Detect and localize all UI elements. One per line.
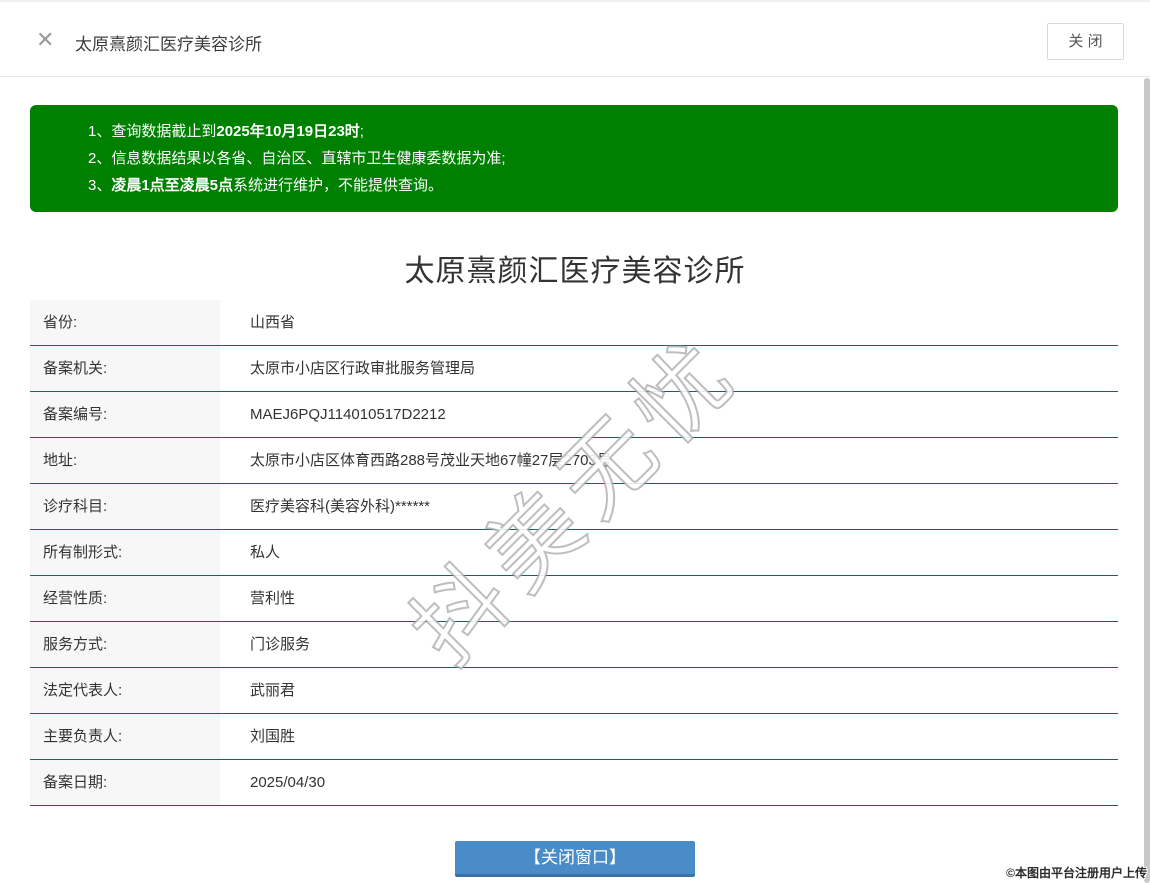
row-label: 服务方式: <box>30 622 220 667</box>
table-row-legal-representative: 法定代表人: 武丽君 <box>30 668 1118 714</box>
row-value: 太原市小店区体育西路288号茂业天地67幢27层2703号 <box>250 452 612 469</box>
row-value: 武丽君 <box>250 682 296 699</box>
row-label: 所有制形式: <box>30 530 220 575</box>
row-value: 门诊服务 <box>250 636 311 653</box>
row-label: 省份: <box>30 300 220 345</box>
table-row-ownership: 所有制形式: 私人 <box>30 530 1118 576</box>
row-value: 刘国胜 <box>250 728 296 745</box>
row-value: MAEJ6PQJ114010517D2212 <box>250 406 446 423</box>
row-label: 备案编号: <box>30 392 220 437</box>
table-row-business-nature: 经营性质: 营利性 <box>30 576 1118 622</box>
upload-credit-text: ©本图由平台注册用户上传 <box>1006 866 1147 880</box>
row-label: 诊疗科目: <box>30 484 220 529</box>
notice-line-1: 1、查询数据截止到2025年10月19日23时; <box>88 123 364 140</box>
row-value: 营利性 <box>250 590 296 607</box>
row-value: 山西省 <box>250 314 296 331</box>
table-row-service-mode: 服务方式: 门诊服务 <box>30 622 1118 668</box>
table-row-filing-authority: 备案机关: 太原市小店区行政审批服务管理局 <box>30 346 1118 392</box>
row-label: 主要负责人: <box>30 714 220 759</box>
row-label: 法定代表人: <box>30 668 220 713</box>
notice-line-2: 2、信息数据结果以各省、自治区、直辖市卫生健康委数据为准; <box>88 150 506 167</box>
row-value: 2025/04/30 <box>250 774 326 791</box>
close-x-icon[interactable]: ✕ <box>36 26 54 54</box>
row-label: 备案机关: <box>30 346 220 391</box>
table-row-filing-number: 备案编号: MAEJ6PQJ114010517D2212 <box>30 392 1118 438</box>
close-window-button[interactable]: 【关闭窗口】 <box>455 841 695 877</box>
table-row-treatment-subjects: 诊疗科目: 医疗美容科(美容外科)****** <box>30 484 1118 530</box>
row-value: 私人 <box>250 544 281 561</box>
table-row-filing-date: 备案日期: 2025/04/30 <box>30 760 1118 806</box>
row-value: 太原市小店区行政审批服务管理局 <box>250 360 476 377</box>
page-title: 太原熹颜汇医疗美容诊所 <box>404 255 746 288</box>
scrollbar-thumb[interactable] <box>1144 78 1150 883</box>
row-label: 经营性质: <box>30 576 220 621</box>
row-label: 地址: <box>30 438 220 483</box>
row-value: 医疗美容科(美容外科)****** <box>250 498 431 515</box>
notice-line-3: 3、凌晨1点至凌晨5点系统进行维护，不能提供查询。 <box>88 177 444 194</box>
table-row-address: 地址: 太原市小店区体育西路288号茂业天地67幢27层2703号 <box>30 438 1118 484</box>
close-button[interactable]: 关 闭 <box>1047 23 1124 60</box>
notice-box: 1、查询数据截止到2025年10月19日23时; 2、信息数据结果以各省、自治区… <box>30 105 1118 212</box>
table-row-main-person-in-charge: 主要负责人: 刘国胜 <box>30 714 1118 760</box>
table-row-province: 省份: 山西省 <box>30 300 1118 346</box>
header-title: 太原熹颜汇医疗美容诊所 <box>75 35 262 54</box>
scrollbar-track[interactable] <box>1144 78 1150 883</box>
header-bar: ✕ 太原熹颜汇医疗美容诊所 关 闭 <box>0 0 1150 77</box>
detail-table: 省份: 山西省 备案机关: 太原市小店区行政审批服务管理局 备案编号: MAEJ… <box>30 300 1118 806</box>
row-label: 备案日期: <box>30 760 220 805</box>
